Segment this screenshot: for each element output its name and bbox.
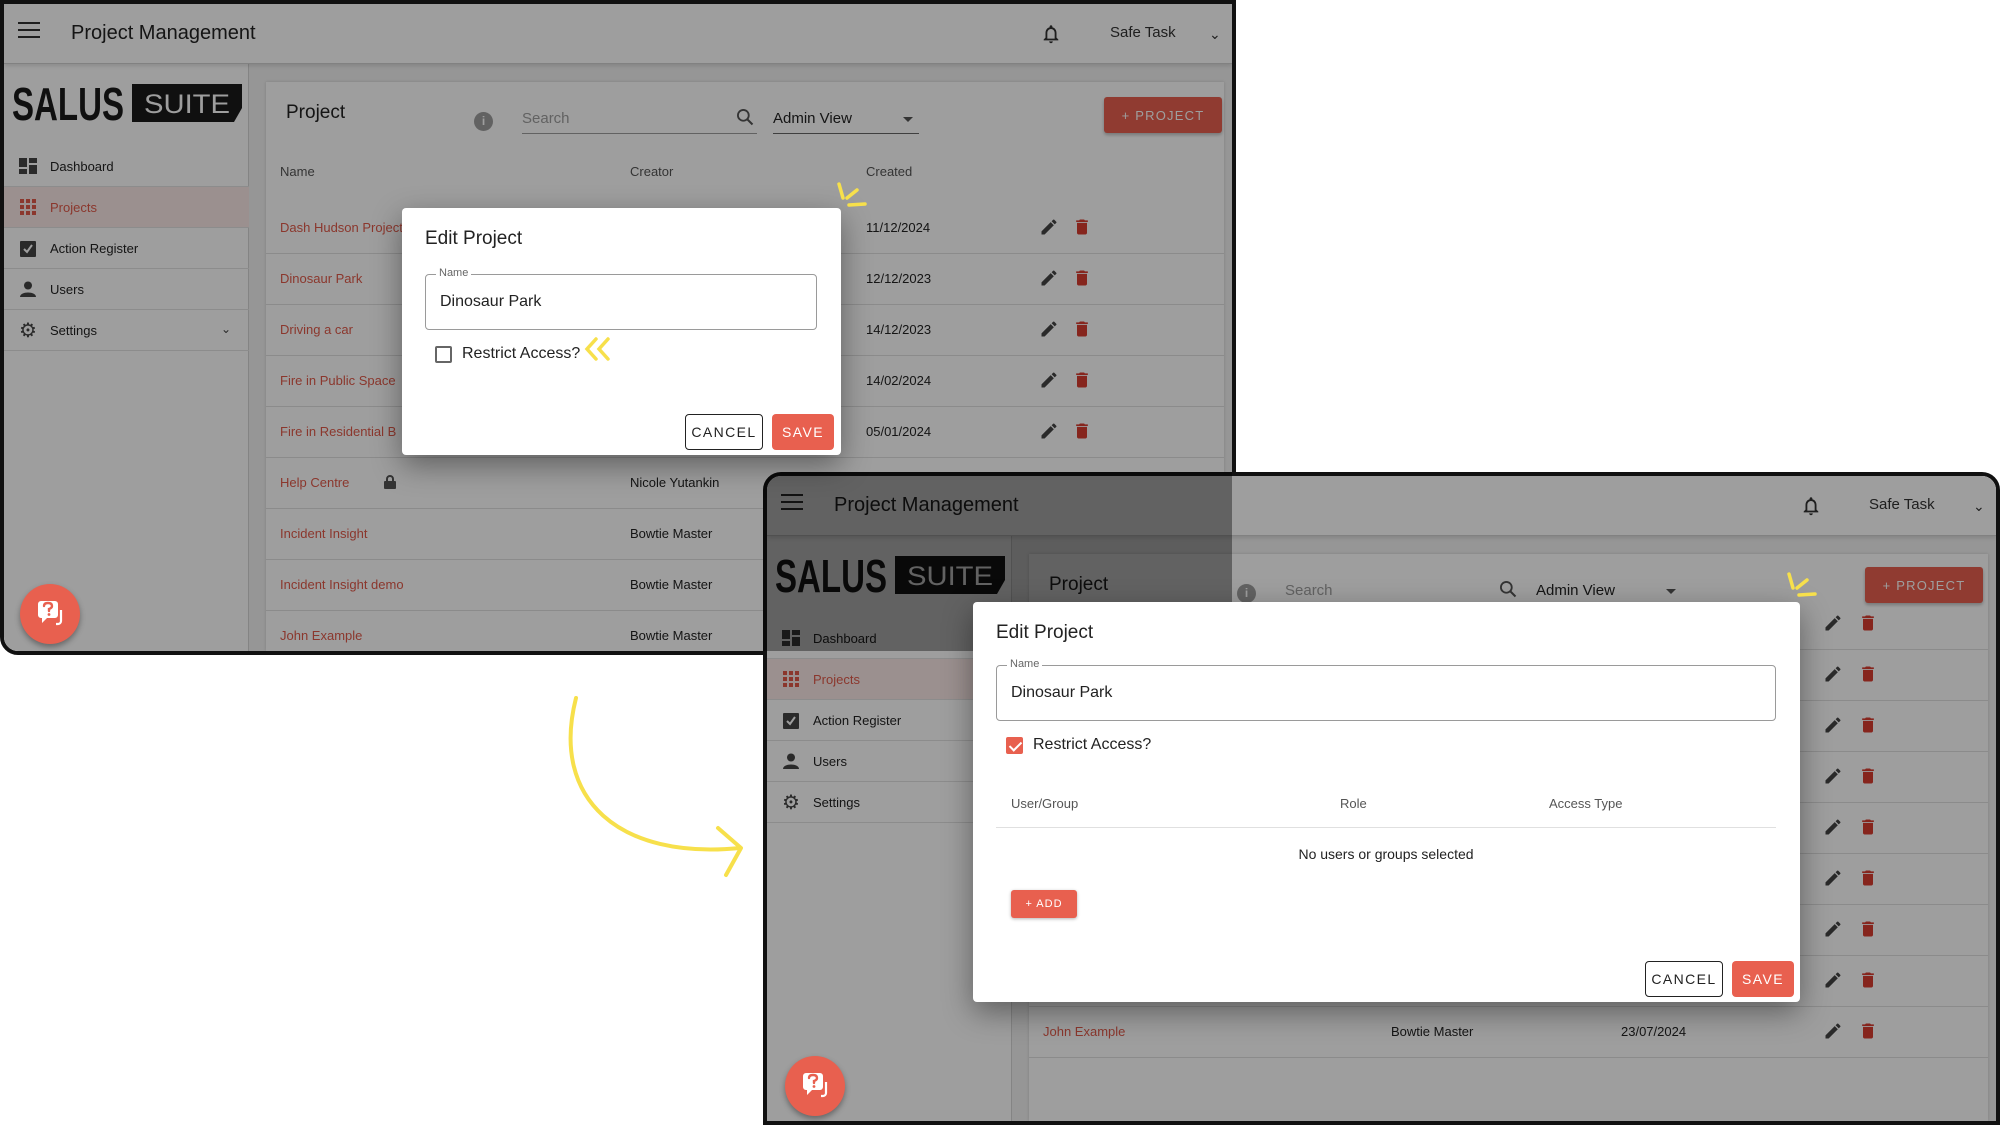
empty-state-message: No users or groups selected: [1298, 846, 1474, 862]
restrict-access-checkbox[interactable]: Restrict Access?: [435, 345, 580, 363]
window-after: Project Management Safe Task ⌄ SALUS SUI…: [763, 472, 2000, 1125]
dialog-title: Edit Project: [996, 622, 1094, 643]
edit-project-dialog: Edit Project Name Dinosaur Park Restrict…: [973, 602, 1800, 1002]
name-field[interactable]: Name Dinosaur Park: [996, 658, 1776, 721]
column-header-user-group: User/Group: [1011, 796, 1079, 811]
cancel-button[interactable]: CANCEL: [685, 414, 763, 450]
table-divider: [996, 827, 1776, 828]
help-chat-button[interactable]: [785, 1056, 845, 1116]
help-chat-icon: [803, 1073, 828, 1098]
column-header-access-type: Access Type: [1549, 796, 1623, 811]
edit-project-dialog: Edit Project Name Dinosaur Park Restrict…: [402, 208, 841, 455]
add-access-button[interactable]: + ADD: [1011, 890, 1077, 918]
dialog-title: Edit Project: [425, 228, 523, 249]
transition-arrow-icon: [568, 696, 743, 877]
save-button[interactable]: SAVE: [772, 414, 834, 450]
save-button[interactable]: SAVE: [1732, 961, 1794, 997]
restrict-access-checkbox[interactable]: Restrict Access?: [1006, 736, 1151, 754]
cancel-button[interactable]: CANCEL: [1645, 961, 1723, 997]
column-header-role: Role: [1340, 796, 1367, 811]
checkbox-checked[interactable]: [1006, 736, 1023, 754]
checkbox-unchecked[interactable]: [435, 345, 452, 363]
name-field[interactable]: Name Dinosaur Park: [425, 267, 817, 330]
help-chat-icon: [38, 601, 63, 626]
help-chat-button[interactable]: [20, 584, 80, 644]
